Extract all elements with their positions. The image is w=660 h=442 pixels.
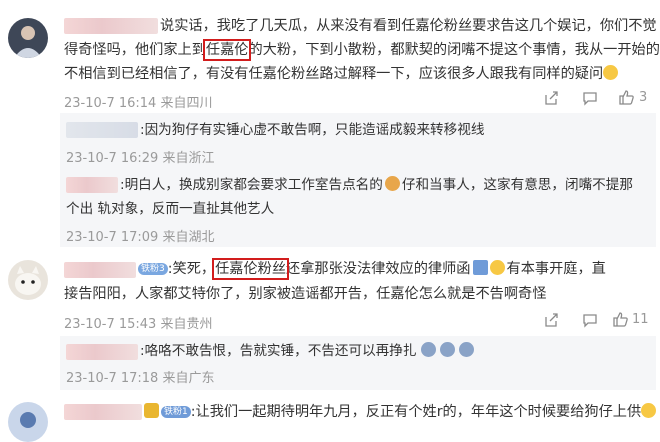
comment-text: 接告阳阳，人家都艾特你了，别家被造谣都开告，任嘉伦怎么就是不告啊奇怪 xyxy=(64,286,547,302)
comment-text: 说实话，我吃了几天瓜，从来没有看到任嘉伦粉丝要求告这几个娱记，你们不觉 xyxy=(160,18,657,34)
username-blurred[interactable] xyxy=(66,122,138,138)
like-button[interactable]: 3 xyxy=(618,89,647,106)
highlight-box: 任嘉伦 xyxy=(202,39,252,61)
avatar[interactable] xyxy=(8,18,48,58)
laugh-emoji-icon xyxy=(641,403,657,418)
share-button[interactable] xyxy=(543,90,559,106)
fan-badge: 铁粉3 xyxy=(138,263,168,275)
comment-text: 不相信到已经相信了，有没有任嘉伦粉丝路过解释一下，应该很多人跟我有同样的疑问 xyxy=(64,63,619,85)
username-blurred[interactable] xyxy=(64,262,136,278)
like-button[interactable]: 11 xyxy=(612,311,649,328)
comment-meta: 23-10-7 15:43 来自贵州 xyxy=(64,317,213,332)
laugh-emoji-icon xyxy=(603,65,619,80)
doc-emoji-icon xyxy=(472,260,488,275)
thumbs-up-icon xyxy=(619,90,634,105)
reply-meta: 23-10-7 17:09 来自湖北 xyxy=(66,230,215,245)
thumbs-up-icon xyxy=(613,312,628,327)
avatar[interactable] xyxy=(8,260,48,300)
username-blurred[interactable] xyxy=(64,18,158,34)
comment-text: 得奇怪吗，他们家上到任嘉伦的大粉，下到小散粉，都默契的闭嘴不提这个事情，我从一开… xyxy=(64,39,660,61)
comment-meta: 23-10-7 16:14 来自四川 xyxy=(64,96,213,111)
comment-text: 铁粉1:让我们一起期待明年九月，反正有个姓r的，年年这个时候要给狗仔上供 xyxy=(144,401,657,423)
reply-meta: 23-10-7 17:18 来自广东 xyxy=(66,371,215,386)
comment-icon xyxy=(583,92,597,106)
comment-button[interactable] xyxy=(582,90,598,106)
reply-text: :因为狗仔有实锤心虚不敢告啊，只能造谣成毅来转移视线 xyxy=(140,122,485,138)
share-icon xyxy=(545,313,558,327)
share-icon xyxy=(545,91,558,105)
dog-emoji-icon xyxy=(384,176,400,191)
share-button[interactable] xyxy=(543,312,559,328)
face-emoji-icon xyxy=(420,342,436,357)
reply-meta: 23-10-7 16:29 来自浙江 xyxy=(66,151,215,166)
like-count: 11 xyxy=(632,312,649,327)
reply-text: :明白人，换成别家都会要求工作室告点名的 仔和当事人，这家有意思，闭嘴不提那 xyxy=(120,176,633,193)
comment-button[interactable] xyxy=(582,312,598,328)
like-count: 3 xyxy=(639,90,648,105)
avatar[interactable] xyxy=(8,402,48,442)
username-blurred[interactable] xyxy=(66,177,118,193)
laugh-emoji-icon xyxy=(489,260,505,275)
face-emoji-icon xyxy=(440,342,456,357)
fan-badge: 铁粉1 xyxy=(161,406,191,418)
reply-text: :咯咯不敢告恨，告就实锤，不告还可以再挣扎 xyxy=(140,340,475,362)
comment-icon xyxy=(583,314,597,328)
username-blurred[interactable] xyxy=(64,404,142,420)
username-blurred[interactable] xyxy=(66,344,138,360)
face-emoji-icon xyxy=(459,342,475,357)
highlight-box: 任嘉伦粉丝 xyxy=(212,258,290,280)
comment-text: 铁粉3:笑死，任嘉伦粉丝还拿那张没法律效应的律师函 有本事开庭，直 xyxy=(138,258,606,280)
star-icon xyxy=(144,403,159,418)
reply-text: 个出 轨对象，反而一直扯其他艺人 xyxy=(66,201,275,217)
